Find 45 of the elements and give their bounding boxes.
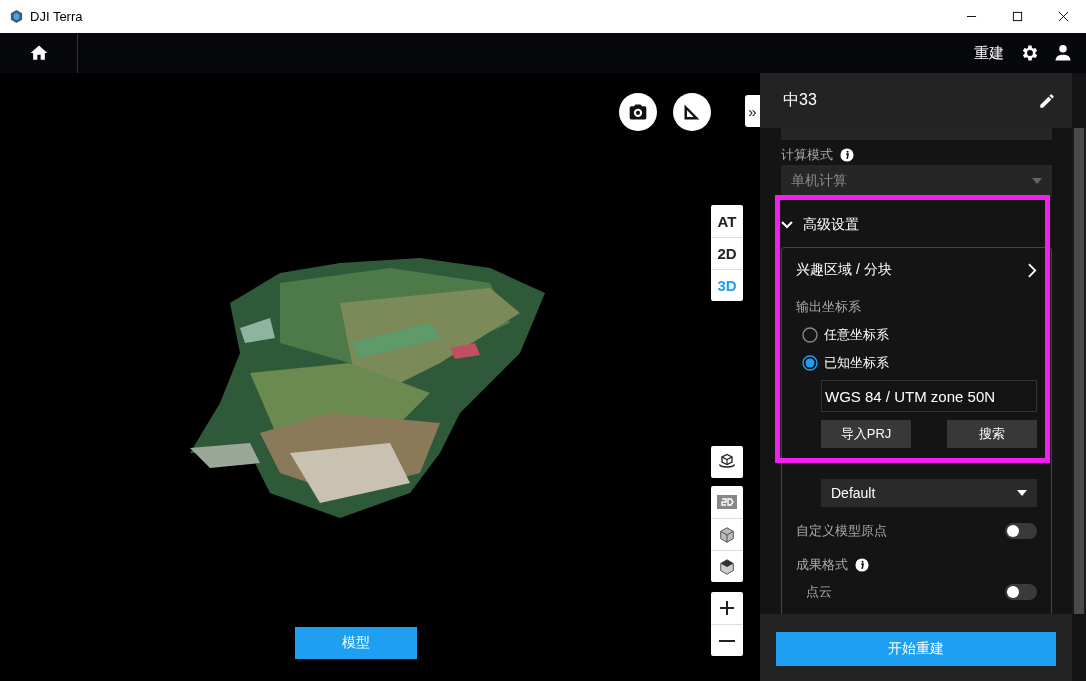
region-link[interactable]: 兴趣区域 / 分块 xyxy=(796,261,892,279)
zoom-out-icon[interactable] xyxy=(719,639,735,642)
elevation-dropdown[interactable]: Default xyxy=(821,479,1037,507)
2d-view-icon[interactable] xyxy=(717,495,737,509)
camera-icon xyxy=(628,102,648,122)
chevron-right-icon[interactable] xyxy=(1028,262,1037,278)
close-icon[interactable] xyxy=(1057,11,1069,22)
maximize-icon[interactable] xyxy=(1011,11,1023,22)
field-label: 输出坐标系 xyxy=(796,298,862,316)
zoom-in-icon[interactable] xyxy=(719,600,735,616)
cube-icon[interactable] xyxy=(718,525,736,544)
app-logo-icon xyxy=(9,9,24,24)
settings-icon[interactable] xyxy=(1020,43,1040,63)
format-label: 点云 xyxy=(806,583,832,601)
view-mode-tab[interactable]: 2D xyxy=(711,237,743,269)
scrollbar-thumb[interactable] xyxy=(1074,128,1084,614)
toggle-switch[interactable] xyxy=(1005,584,1037,600)
crs-input-field[interactable]: WGS 84 / UTM zone 50N xyxy=(821,380,1037,412)
cube-icon[interactable] xyxy=(718,557,736,576)
radio-button[interactable] xyxy=(802,355,818,371)
pencil-icon[interactable] xyxy=(1038,91,1056,110)
dropdown-arrow-icon xyxy=(1032,178,1042,184)
import-prj-button[interactable]: 导入PRJ xyxy=(821,420,911,448)
field-label: 自定义模型原点 xyxy=(796,522,887,540)
home-icon[interactable] xyxy=(28,43,49,63)
field-label: 计算模式 xyxy=(781,146,833,164)
camera-button[interactable] xyxy=(619,93,657,131)
panel-title: 中33 xyxy=(783,90,818,110)
info-icon xyxy=(855,558,869,572)
collapse-button[interactable]: » xyxy=(745,95,760,127)
section-title[interactable]: 高级设置 xyxy=(803,216,859,234)
radio-label[interactable]: 已知坐标系 xyxy=(824,354,889,372)
field-label: 成果格式 xyxy=(796,556,848,574)
radio-label[interactable]: 任意坐标系 xyxy=(824,326,889,344)
measure-button[interactable] xyxy=(673,93,711,131)
window-title: DJI Terra xyxy=(30,9,84,24)
search-button[interactable]: 搜索 xyxy=(947,420,1037,448)
info-icon xyxy=(840,148,854,162)
toggle-switch[interactable] xyxy=(1005,523,1037,539)
chevron-down-icon[interactable] xyxy=(781,219,793,231)
radio-button[interactable] xyxy=(802,327,818,343)
rebuild-link[interactable]: 重建 xyxy=(974,43,1004,63)
dropdown-arrow-icon xyxy=(1017,490,1027,496)
view-mode-tab[interactable]: AT xyxy=(711,205,743,237)
user-icon[interactable] xyxy=(1053,43,1073,63)
